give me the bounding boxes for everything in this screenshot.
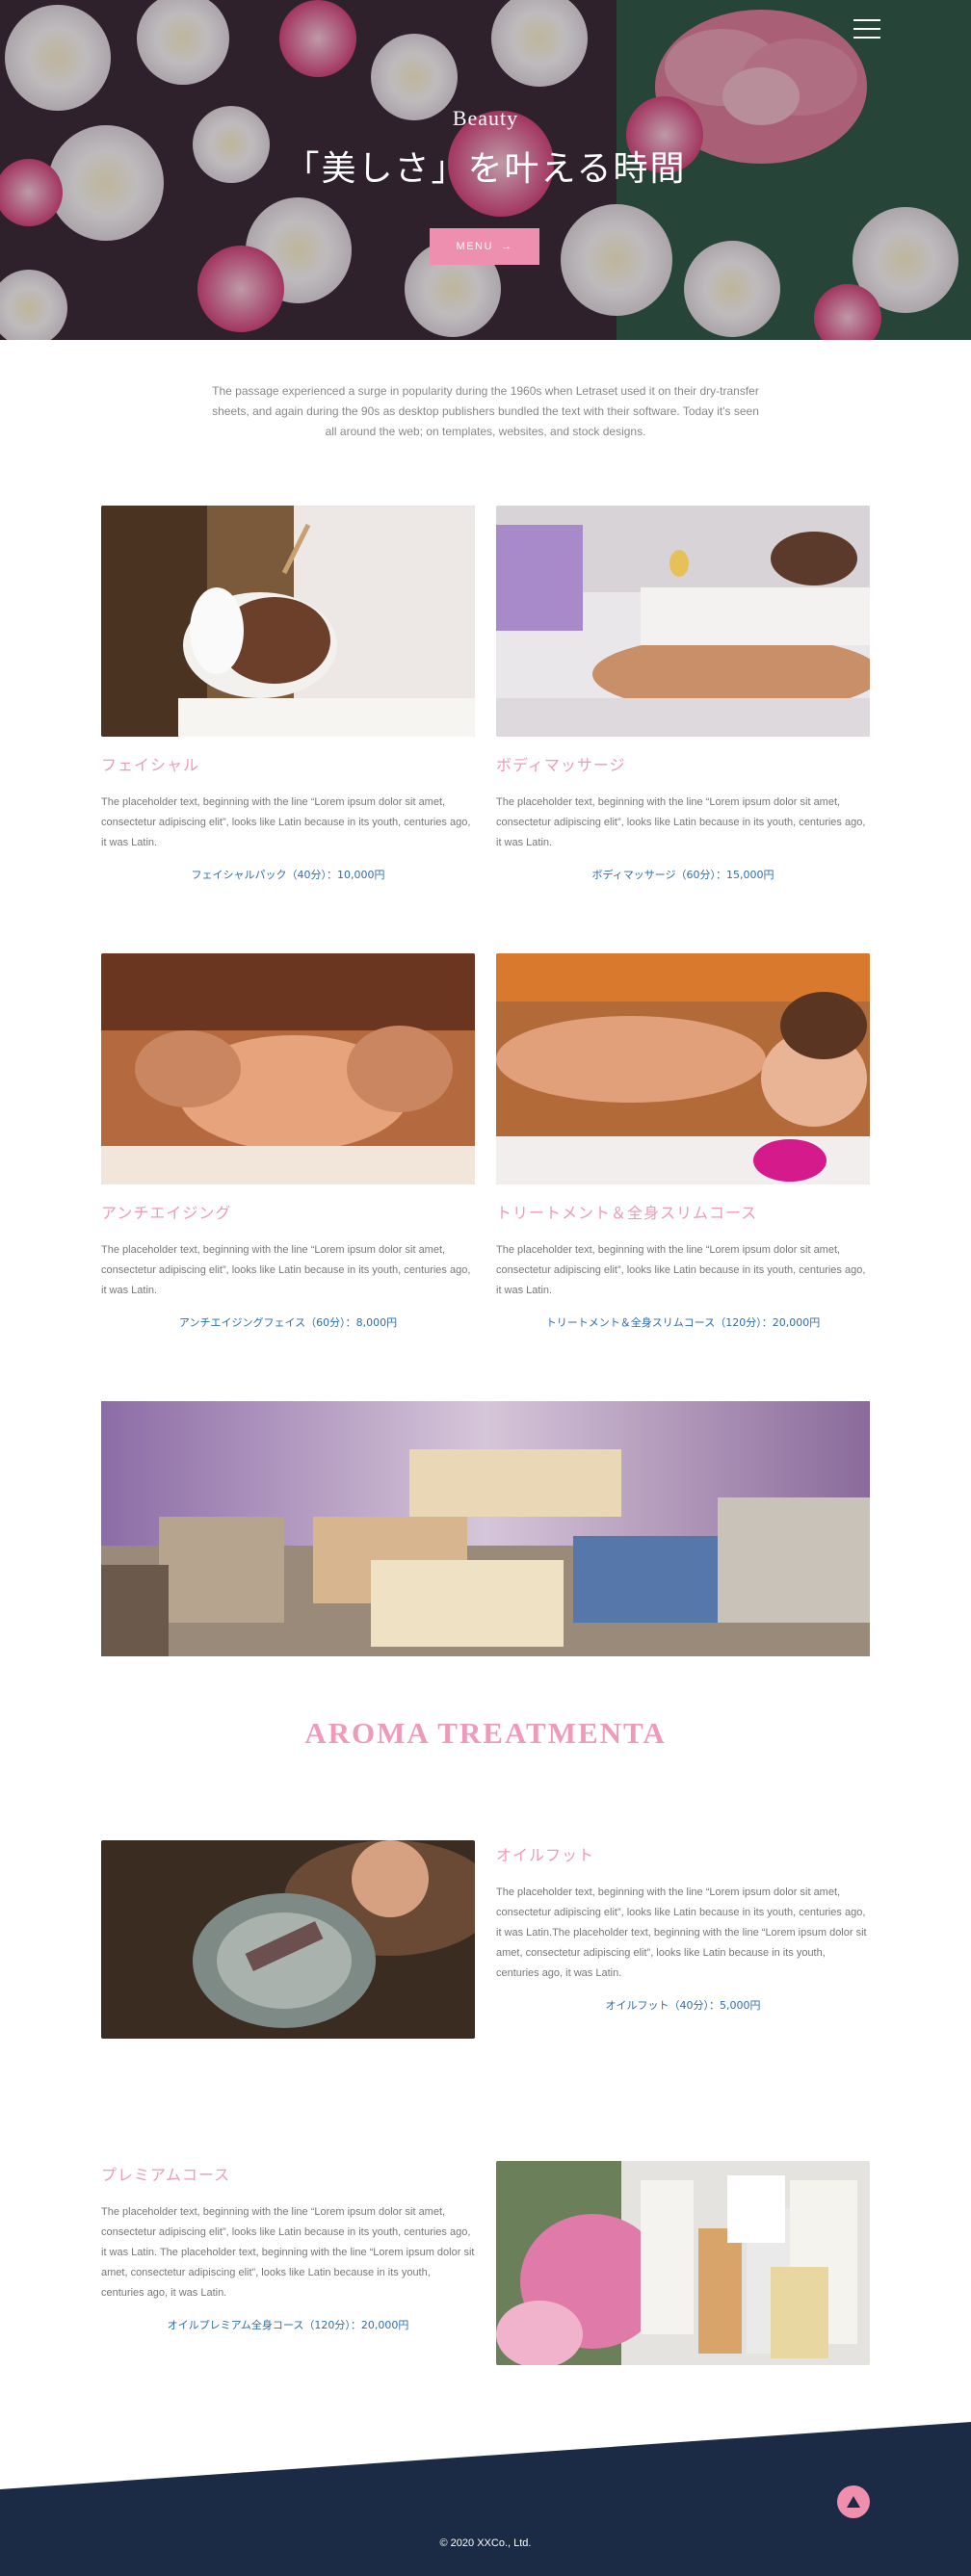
menu-button-label: MENU xyxy=(456,241,493,252)
hero-title: 「美しさ」を叶える時間 xyxy=(284,149,687,189)
triangle-up-icon xyxy=(847,2496,860,2508)
menu-button[interactable]: MENU → xyxy=(430,228,539,265)
premium-course-section: プレミアムコース The placeholder text, beginning… xyxy=(101,2162,475,2332)
feature-description: The placeholder text, beginning with the… xyxy=(101,2206,475,2299)
hero-section: Beauty 「美しさ」を叶える時間 MENU → xyxy=(0,0,971,340)
intro-text: The passage experienced a surge in popul… xyxy=(212,384,759,438)
service-price-link[interactable]: ボディマッサージ（60分）：15,000円 xyxy=(496,867,870,882)
facial-photo xyxy=(101,506,475,737)
hamburger-icon[interactable] xyxy=(853,19,880,40)
premium-products-photo xyxy=(496,2161,870,2365)
service-title: ボディマッサージ xyxy=(496,756,626,774)
service-price-link[interactable]: アンチエイジングフェイス（60分）：8,000円 xyxy=(101,1314,475,1330)
soap-banner-image xyxy=(101,1401,870,1656)
service-description: The placeholder text, beginning with the… xyxy=(101,796,471,848)
hero-subtitle: Beauty xyxy=(452,106,519,130)
service-description: The placeholder text, beginning with the… xyxy=(496,796,866,848)
feature-price-link[interactable]: オイルフット（40分）：5,000円 xyxy=(496,1997,870,2013)
service-title: トリートメント＆全身スリムコース xyxy=(496,1204,758,1222)
service-title: アンチエイジング xyxy=(101,1204,232,1222)
service-price-link[interactable]: トリートメント＆全身スリムコース（120分）：20,000円 xyxy=(496,1314,870,1330)
oil-foot-photo xyxy=(101,1840,475,2039)
feature-description: The placeholder text, beginning with the… xyxy=(496,1886,867,1979)
service-description: The placeholder text, beginning with the… xyxy=(101,1244,471,1296)
back-to-top-button[interactable] xyxy=(837,2485,870,2518)
body-massage-photo xyxy=(496,506,870,737)
service-card-body-massage: ボディマッサージ The placeholder text, beginning… xyxy=(496,506,870,882)
feature-price-link[interactable]: オイルプレミアム全身コース（120分）：20,000円 xyxy=(101,2317,475,2332)
service-card-facial: フェイシャル The placeholder text, beginning w… xyxy=(101,506,475,882)
anti-aging-photo xyxy=(101,953,475,1184)
service-title: フェイシャル xyxy=(101,756,200,774)
feature-title: プレミアムコース xyxy=(101,2166,231,2184)
service-description: The placeholder text, beginning with the… xyxy=(496,1244,866,1296)
treatment-slim-photo xyxy=(496,953,870,1184)
service-card-treatment-slim: トリートメント＆全身スリムコース The placeholder text, b… xyxy=(496,953,870,1330)
service-price-link[interactable]: フェイシャルパック（40分）：10,000円 xyxy=(101,867,475,882)
feature-title: オイルフット xyxy=(496,1846,595,1864)
arrow-right-icon: → xyxy=(500,241,513,252)
oil-foot-section: オイルフット The placeholder text, beginning w… xyxy=(496,1842,870,2013)
copyright-text: © 2020 XXCo., Ltd. xyxy=(439,2537,532,2549)
aroma-section-title: AROMA TREATMENTA xyxy=(304,1716,667,1750)
footer-background xyxy=(0,2422,971,2576)
service-card-anti-aging: アンチエイジング The placeholder text, beginning… xyxy=(101,953,475,1330)
